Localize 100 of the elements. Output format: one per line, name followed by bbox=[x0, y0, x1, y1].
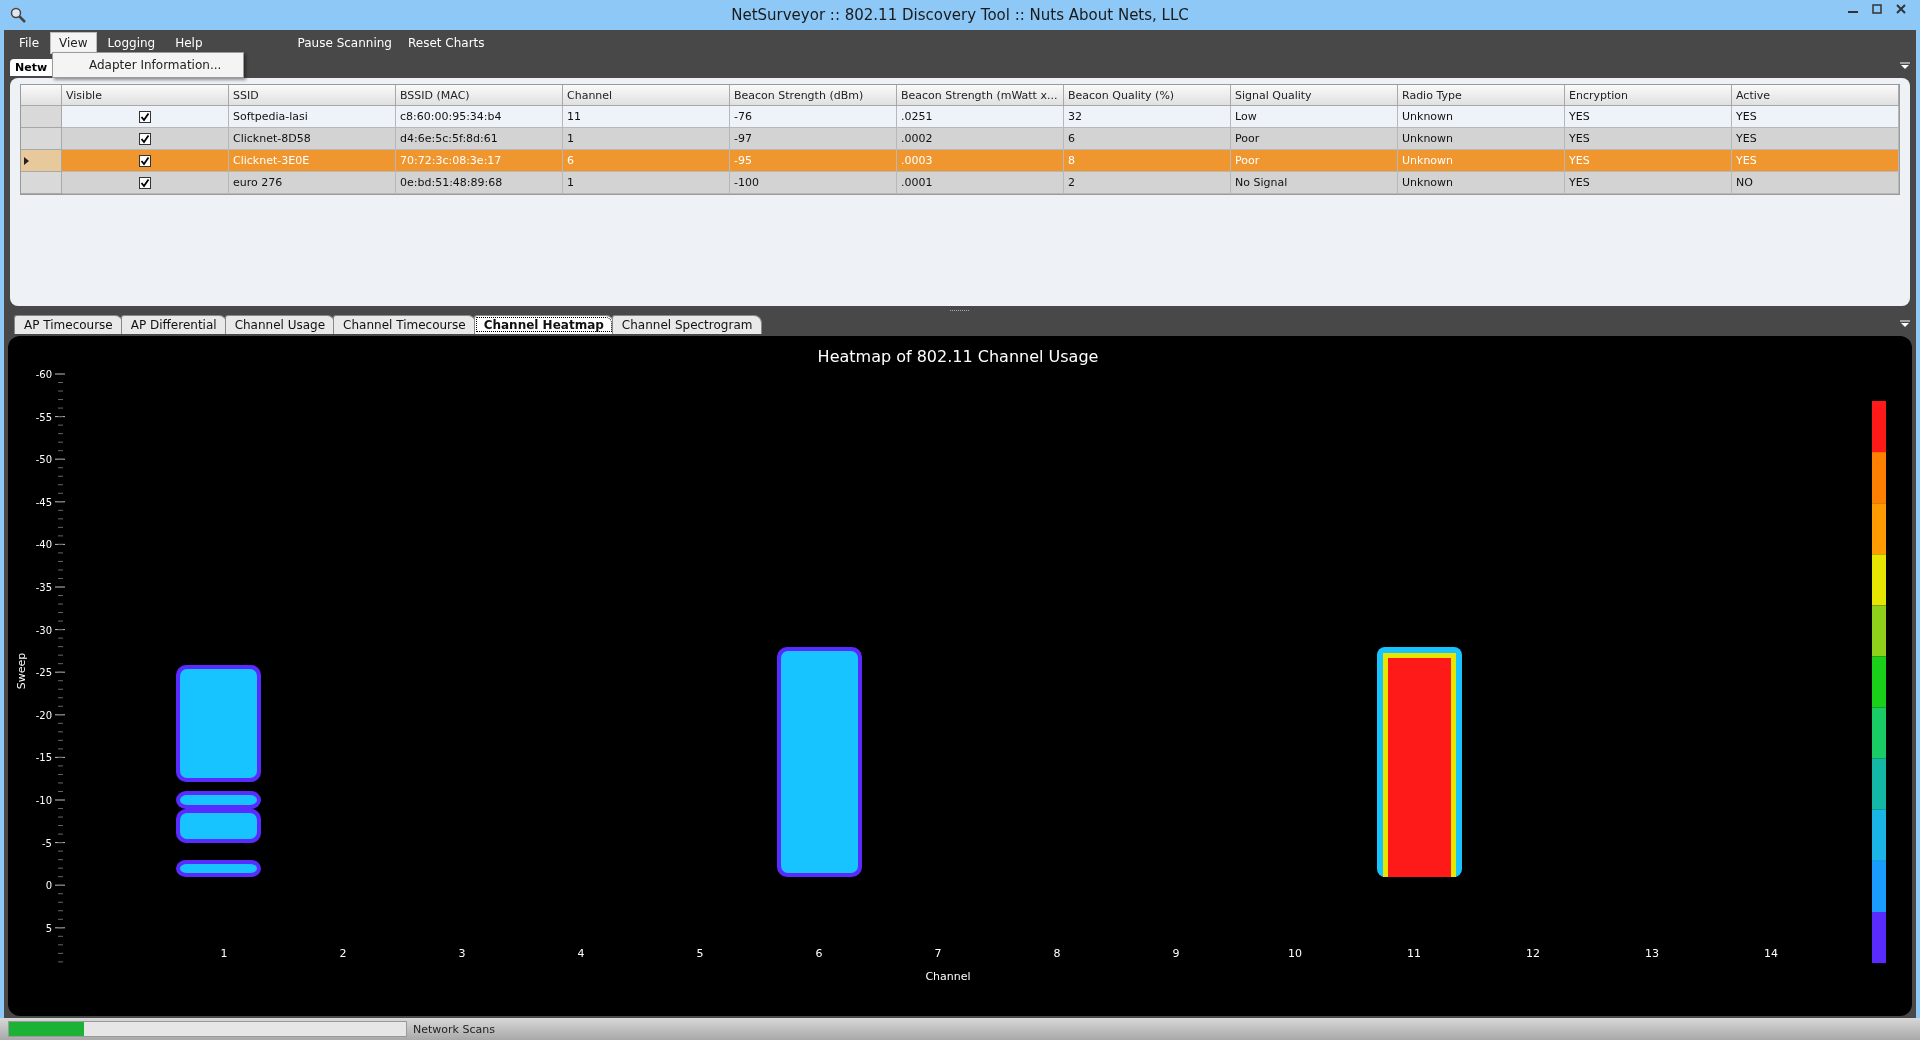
table-cell: Unknown bbox=[1398, 150, 1565, 172]
axis-tick-label: -50 bbox=[35, 454, 52, 466]
magnifier-icon bbox=[10, 7, 26, 23]
axis-tick-label: 0 bbox=[45, 880, 52, 892]
checkbox[interactable] bbox=[139, 154, 151, 167]
axis-tick-label: 1 bbox=[220, 947, 228, 960]
axis-tick-label: 2 bbox=[339, 947, 347, 960]
tab[interactable]: AP Timecourse bbox=[14, 315, 123, 334]
column-header[interactable]: Beacon Quality (%) bbox=[1064, 85, 1231, 106]
table-cell: Unknown bbox=[1398, 172, 1565, 194]
dropdown-caret-icon[interactable] bbox=[1900, 320, 1910, 328]
maximize-icon[interactable] bbox=[1872, 4, 1882, 14]
column-header[interactable]: Channel bbox=[563, 85, 730, 106]
table-cell: 1 bbox=[563, 128, 730, 150]
column-header[interactable]: Visible bbox=[62, 85, 229, 106]
row-pointer-icon bbox=[24, 156, 29, 165]
table-cell: Unknown bbox=[1398, 106, 1565, 128]
splitter-grip-icon[interactable] bbox=[950, 308, 970, 312]
table-cell: Low bbox=[1231, 106, 1398, 128]
axis-tick-label: -55 bbox=[35, 411, 52, 423]
column-header[interactable]: SSID bbox=[229, 85, 396, 106]
axis-tick-label: 7 bbox=[934, 947, 942, 960]
table-cell: YES bbox=[1565, 172, 1732, 194]
table-cell: YES bbox=[1565, 128, 1732, 150]
table-cell: Unknown bbox=[1398, 128, 1565, 150]
table-cell: 2 bbox=[1064, 172, 1231, 194]
axis-tick-label: -40 bbox=[35, 539, 52, 551]
checkbox[interactable] bbox=[139, 176, 151, 189]
axis-tick-label: -60 bbox=[35, 369, 52, 380]
table-cell: c8:60:00:95:34:b4 bbox=[396, 106, 563, 128]
table-cell: .0003 bbox=[897, 150, 1064, 172]
table-cell: 6 bbox=[563, 150, 730, 172]
table-cell: 32 bbox=[1064, 106, 1231, 128]
table-cell: Clicknet-3E0E bbox=[229, 150, 396, 172]
close-icon[interactable] bbox=[1896, 4, 1906, 14]
column-header[interactable]: Beacon Strength (dBm) bbox=[730, 85, 897, 106]
column-header[interactable]: BSSID (MAC) bbox=[396, 85, 563, 106]
column-header[interactable]: Signal Quality bbox=[1231, 85, 1398, 106]
row-header[interactable] bbox=[21, 150, 62, 172]
toolbar-button[interactable]: Reset Charts bbox=[400, 33, 493, 53]
table-cell: YES bbox=[1565, 106, 1732, 128]
menu-item[interactable]: File bbox=[10, 32, 49, 54]
table-cell: 11 bbox=[563, 106, 730, 128]
axis-tick-label: 3 bbox=[458, 947, 466, 960]
axis-tick-label: 5 bbox=[696, 947, 704, 960]
tab[interactable]: Channel Usage bbox=[224, 315, 336, 334]
table-cell: NO bbox=[1732, 172, 1899, 194]
axis-tick-label: -20 bbox=[35, 709, 52, 721]
toolbar-button[interactable]: Pause Scanning bbox=[289, 33, 400, 53]
axis-tick-label: 13 bbox=[1645, 947, 1659, 960]
axis-tick-label: 11 bbox=[1407, 947, 1421, 960]
axis-tick-label: 8 bbox=[1053, 947, 1061, 960]
table-cell: 8 bbox=[1064, 150, 1231, 172]
table-cell: YES bbox=[1732, 128, 1899, 150]
tab[interactable]: Channel Heatmap bbox=[473, 315, 614, 334]
tab[interactable]: Channel Spectrogram bbox=[611, 315, 763, 334]
menu-item[interactable]: Logging bbox=[98, 32, 165, 54]
menu-option[interactable]: Adapter Information... bbox=[89, 58, 222, 72]
axis-tick-label: 9 bbox=[1172, 947, 1180, 960]
table-cell: -76 bbox=[730, 106, 897, 128]
dropdown-caret-icon[interactable] bbox=[1900, 62, 1910, 70]
table-cell: Clicknet-8D58 bbox=[229, 128, 396, 150]
axis-title: Sweep bbox=[15, 652, 28, 690]
axis-tick-label: -10 bbox=[35, 795, 52, 806]
column-header[interactable]: Encryption bbox=[1565, 85, 1732, 106]
window-title: NetSurveyor :: 802.11 Discovery Tool :: Nuts About Nets, LLC bbox=[731, 6, 1189, 24]
column-header[interactable]: Active bbox=[1732, 85, 1899, 106]
header-corner bbox=[21, 85, 62, 106]
axis-tick-label: 4 bbox=[577, 947, 585, 960]
axis-tick-label: 14 bbox=[1764, 947, 1778, 960]
chart-title: Heatmap of 802.11 Channel Usage bbox=[817, 347, 1099, 366]
axis-tick-label: -30 bbox=[35, 624, 52, 636]
axis-tick-label: 12 bbox=[1526, 947, 1540, 960]
table-cell: YES bbox=[1565, 150, 1732, 172]
table-cell: YES bbox=[1732, 150, 1899, 172]
menu-item[interactable]: Help bbox=[166, 32, 212, 54]
table-cell: 1 bbox=[563, 172, 730, 194]
axis-tick-label: -25 bbox=[35, 667, 52, 679]
table-cell: euro 276 bbox=[229, 172, 396, 194]
table-cell: -95 bbox=[730, 150, 897, 172]
table-cell: Poor bbox=[1231, 128, 1398, 150]
table-cell: .0001 bbox=[897, 172, 1064, 194]
axis-tick-label: 5 bbox=[45, 922, 52, 934]
table-cell: Softpedia-lasi bbox=[229, 106, 396, 128]
axis-tick-label: -45 bbox=[35, 496, 52, 508]
table-cell: -97 bbox=[730, 128, 897, 150]
axis-tick-label: 6 bbox=[815, 947, 823, 960]
menu-item[interactable]: View bbox=[50, 32, 97, 54]
status-text: Network Scans bbox=[413, 1022, 495, 1036]
table-cell: YES bbox=[1732, 106, 1899, 128]
column-header[interactable]: Beacon Strength (mWatt x... bbox=[897, 85, 1064, 106]
column-header[interactable]: Radio Type bbox=[1398, 85, 1565, 106]
tab[interactable]: AP Differential bbox=[120, 315, 227, 334]
table-cell: d4:6e:5c:5f:8d:61 bbox=[396, 128, 563, 150]
checkbox[interactable] bbox=[139, 110, 151, 123]
tab[interactable]: Channel Timecourse bbox=[333, 315, 476, 334]
axis-tick-label: -15 bbox=[35, 752, 52, 764]
axis-tick-label: -5 bbox=[42, 837, 52, 849]
table-cell: 0e:bd:51:48:89:68 bbox=[396, 172, 563, 194]
checkbox[interactable] bbox=[139, 132, 151, 145]
